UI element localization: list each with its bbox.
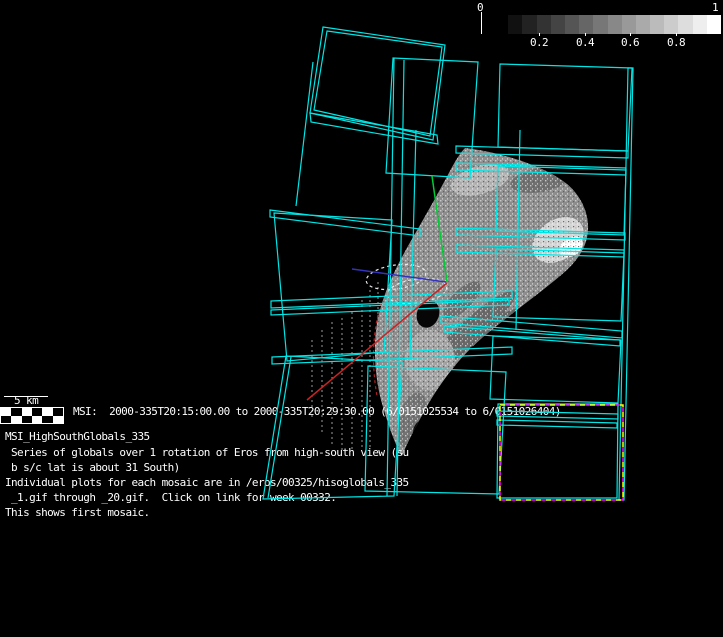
checker-cell — [22, 416, 32, 424]
colorbar-step — [508, 15, 522, 34]
colorbar-gradient — [494, 15, 721, 34]
colorbar-tick-label: 0.6 — [621, 36, 639, 49]
checker-cell — [1, 408, 11, 416]
caption-title: MSI_HighSouthGlobals_335 — [5, 429, 150, 444]
scalebar-checkerboard — [0, 407, 64, 424]
asteroid-model-layer — [0, 0, 723, 637]
colorbar-step — [693, 15, 707, 34]
scalebar-label: 5 km — [14, 393, 38, 408]
caption-line: Series of globals over 1 rotation of Ero… — [5, 445, 409, 460]
caption-link-line[interactable]: _1.gif through _20.gif. Click on link fo… — [5, 490, 336, 505]
colorbar-step — [650, 15, 664, 34]
colorbar-step — [522, 15, 536, 34]
colorbar-step — [579, 15, 593, 34]
checker-cell — [53, 408, 63, 416]
checker-cell — [1, 416, 11, 424]
colorbar-max-label: 1 — [712, 1, 718, 14]
checker-cell — [11, 408, 21, 416]
checker-cell — [42, 416, 52, 424]
colorbar-tick-label: 0.4 — [576, 36, 594, 49]
colorbar-step — [707, 15, 721, 34]
colorbar-step — [593, 15, 607, 34]
mosaic-plot-viewport: 0 1 0.20.40.60.8 5 km MSI: 2000-335T20:1… — [0, 0, 723, 637]
colorbar-tick-label: 0.2 — [530, 36, 548, 49]
colorbar-step — [565, 15, 579, 34]
colorbar-step — [537, 15, 551, 34]
checker-cell — [32, 416, 42, 424]
caption-line: This shows first mosaic. — [5, 505, 150, 520]
checker-cell — [53, 416, 63, 424]
colorbar-step — [608, 15, 622, 34]
colorbar-step — [494, 15, 508, 34]
colorbar-step — [636, 15, 650, 34]
checker-cell — [11, 416, 21, 424]
colorbar-tick-label: 0.8 — [667, 36, 685, 49]
colorbar-step — [551, 15, 565, 34]
caption-line: b s/c lat is about 31 South) — [5, 460, 180, 475]
colorbar-zero-tick — [481, 12, 482, 34]
checker-cell — [42, 408, 52, 416]
colorbar-step — [664, 15, 678, 34]
colorbar-step — [622, 15, 636, 34]
status-line: MSI: 2000-335T20:15:00.00 to 2000-335T20… — [73, 404, 561, 419]
colorbar-step — [678, 15, 692, 34]
caption-line: Individual plots for each mosaic are in … — [5, 475, 409, 490]
checker-cell — [22, 408, 32, 416]
checker-cell — [32, 408, 42, 416]
footprint-overlay-layer — [0, 0, 723, 637]
